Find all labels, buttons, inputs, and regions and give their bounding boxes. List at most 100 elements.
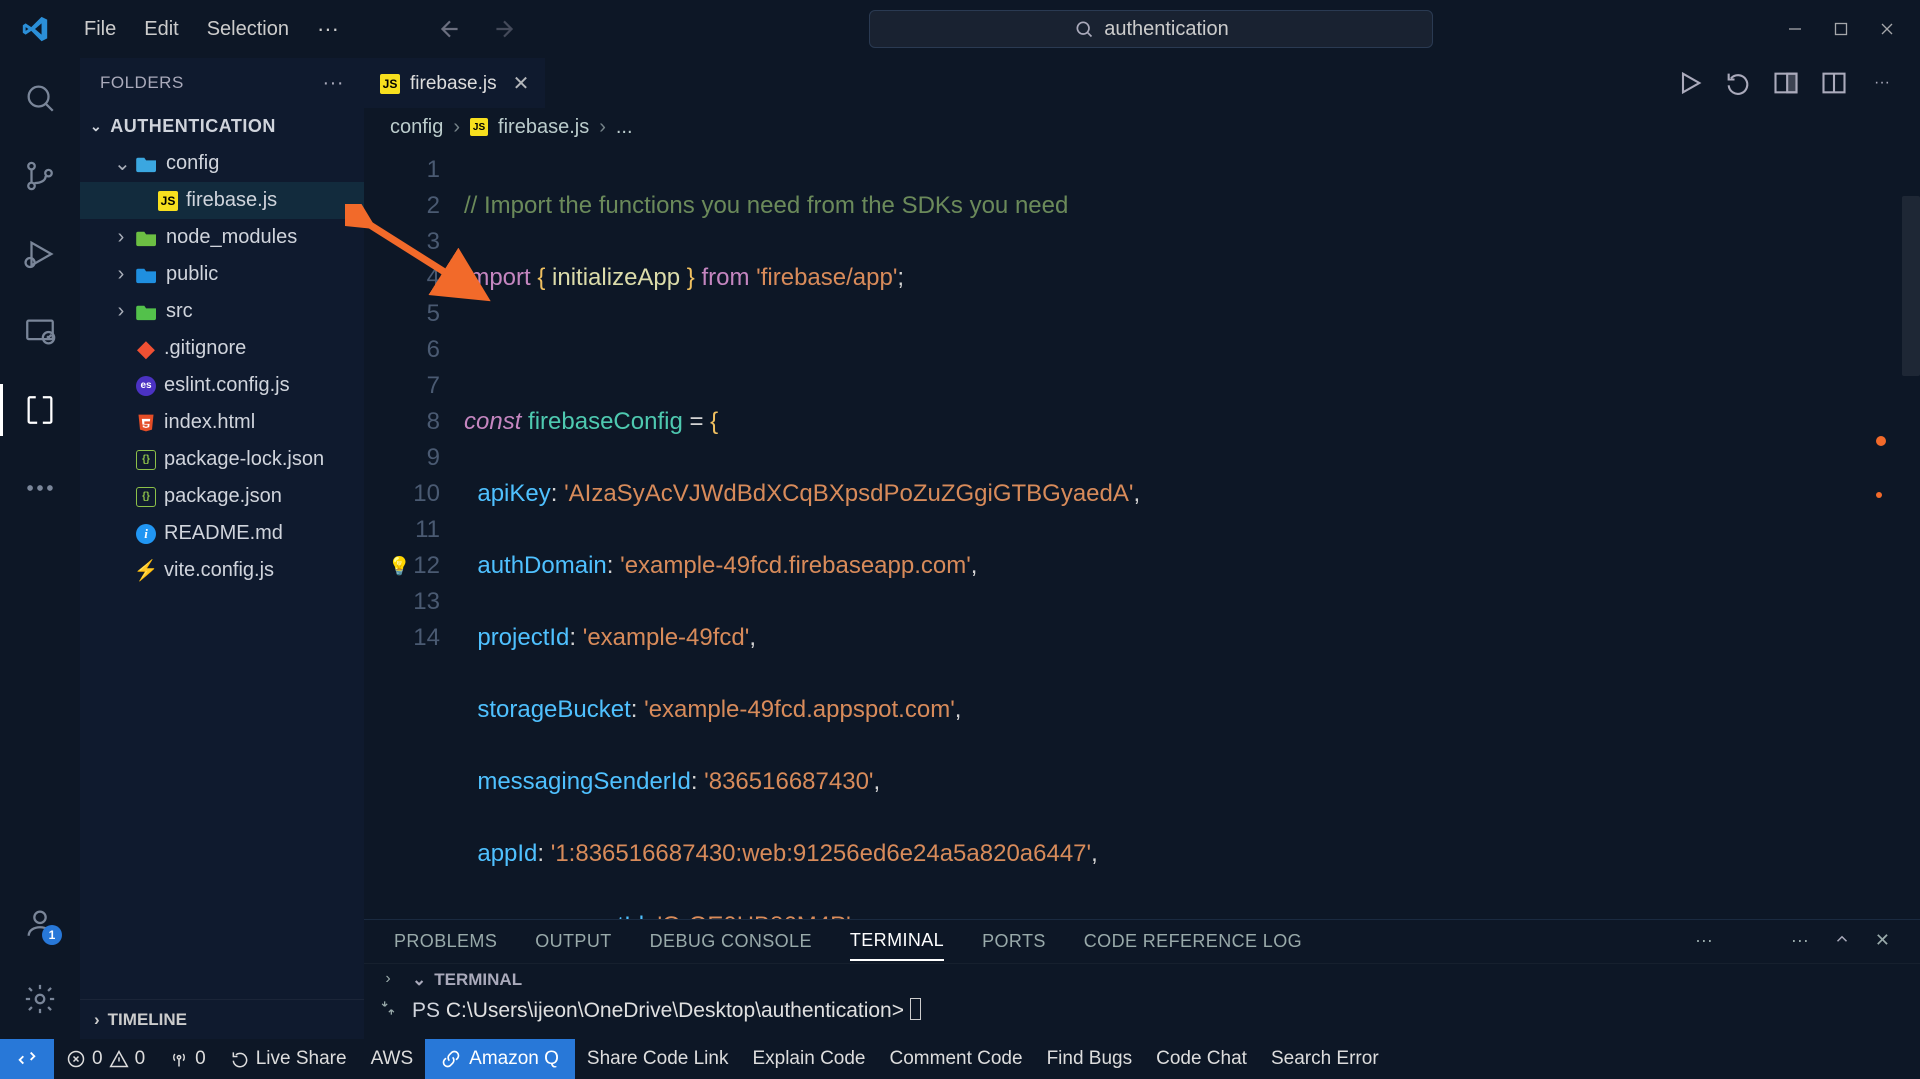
panel-tab-row: PROBLEMS OUTPUT DEBUG CONSOLE TERMINAL PORTS…	[364, 920, 1920, 964]
panel-maximize-icon[interactable]	[1833, 930, 1851, 953]
status-liveshare[interactable]: Live Share	[218, 1048, 359, 1070]
lightbulb-icon[interactable]: 💡	[388, 548, 410, 584]
panel-tab-ports[interactable]: PORTS	[982, 923, 1046, 960]
tree-file[interactable]: ⚡vite.config.js	[80, 552, 364, 589]
chevron-right-icon: ›	[114, 300, 128, 323]
tree-item-label: index.html	[164, 411, 255, 434]
liveshare-icon	[230, 1049, 250, 1069]
tree-file[interactable]: iREADME.md	[80, 515, 364, 552]
panel-tab-output[interactable]: OUTPUT	[535, 923, 611, 960]
status-aws[interactable]: AWS	[359, 1048, 426, 1070]
editor-tab-firebase[interactable]: JS firebase.js ✕	[364, 58, 545, 108]
status-code-chat[interactable]: Code Chat	[1144, 1048, 1259, 1070]
command-center-search[interactable]: authentication	[869, 10, 1433, 48]
nav-forward-icon[interactable]	[491, 16, 517, 42]
panel-tab-problems[interactable]: PROBLEMS	[394, 923, 497, 960]
editor-scrollbar[interactable]	[1902, 196, 1920, 376]
run-icon[interactable]	[1676, 69, 1704, 97]
window-close-icon[interactable]	[1864, 12, 1910, 46]
workspace-root[interactable]: ⌄ AUTHENTICATION	[80, 108, 364, 145]
file-tree: ⌄configJSfirebase.js›node_modules›public…	[80, 145, 364, 999]
status-search-error[interactable]: Search Error	[1259, 1048, 1391, 1070]
menu-more-icon[interactable]: ···	[303, 16, 353, 42]
breadcrumb[interactable]: config › JS firebase.js › ...	[364, 108, 1920, 146]
tree-folder[interactable]: ›node_modules	[80, 219, 364, 256]
panel-tab-debug-console[interactable]: DEBUG CONSOLE	[650, 923, 812, 960]
activity-search-icon[interactable]	[20, 78, 60, 118]
status-share-code-link[interactable]: Share Code Link	[575, 1048, 741, 1070]
tree-file[interactable]: ◆.gitignore	[80, 330, 364, 367]
chevron-down-icon: ⌄	[114, 151, 128, 176]
code-content[interactable]: // Import the functions you need from th…	[464, 146, 1920, 919]
link-icon	[441, 1049, 461, 1069]
minimap[interactable]	[1876, 436, 1886, 498]
code-area[interactable]: 💡 1234567891011121314 // Import the func…	[364, 146, 1920, 919]
tree-item-label: README.md	[164, 522, 283, 545]
tree-file[interactable]: {}package-lock.json	[80, 441, 364, 478]
menu-selection[interactable]: Selection	[193, 12, 303, 47]
panel-close-icon[interactable]: ✕	[1875, 930, 1890, 953]
tree-folder[interactable]: ⌄config	[80, 145, 364, 182]
side-more-icon[interactable]: ···	[323, 72, 344, 95]
tree-file[interactable]: {}package.json	[80, 478, 364, 515]
accounts-badge: 1	[42, 925, 62, 945]
terminal-split-icon[interactable]	[378, 998, 398, 1023]
line-number: 7	[364, 368, 440, 404]
tree-folder[interactable]: ›src	[80, 293, 364, 330]
timeline-section[interactable]: › TIMELINE	[80, 999, 364, 1039]
tree-file[interactable]: index.html	[80, 404, 364, 441]
line-number: 14	[364, 620, 440, 656]
panel-more-icon[interactable]: ···	[1791, 930, 1809, 953]
tree-item-label: package.json	[164, 485, 282, 508]
terminal-line[interactable]: PS C:\Users\ijeon\OneDrive\Desktop\authe…	[412, 990, 1920, 1023]
tab-more-icon[interactable]: ···	[1868, 69, 1896, 97]
tree-file[interactable]: JSfirebase.js	[80, 182, 364, 219]
panel-tab-code-reference-log[interactable]: CODE REFERENCE LOG	[1084, 923, 1302, 960]
activity-source-control-icon[interactable]	[20, 156, 60, 196]
line-number: 5	[364, 296, 440, 332]
status-amazon-q[interactable]: Amazon Q	[425, 1039, 575, 1079]
debug-rerun-icon[interactable]	[1724, 69, 1752, 97]
activity-remote-explorer-icon[interactable]	[20, 312, 60, 352]
window-minimize-icon[interactable]	[1772, 12, 1818, 46]
breadcrumb-seg-0[interactable]: config	[390, 116, 443, 139]
bottom-panel: PROBLEMS OUTPUT DEBUG CONSOLE TERMINAL PORTS…	[364, 919, 1920, 1039]
activity-settings-icon[interactable]	[20, 979, 60, 1019]
status-explain-code[interactable]: Explain Code	[740, 1048, 877, 1070]
breadcrumb-seg-2[interactable]: ...	[616, 116, 633, 139]
line-number: 9	[364, 440, 440, 476]
panel-more-icon[interactable]: ···	[1695, 930, 1713, 953]
js-file-icon: JS	[470, 118, 488, 136]
menu-file[interactable]: File	[70, 12, 130, 47]
terminal-group-label[interactable]: ⌄ TERMINAL	[412, 970, 1920, 990]
activity-explorer-icon[interactable]	[20, 390, 60, 430]
minimap-marker	[1876, 492, 1882, 498]
nav-back-icon[interactable]	[437, 16, 463, 42]
activity-run-debug-icon[interactable]	[20, 234, 60, 274]
line-number: 13	[364, 584, 440, 620]
activity-accounts-icon[interactable]: 1	[20, 903, 60, 943]
tree-file[interactable]: eseslint.config.js	[80, 367, 364, 404]
split-right-icon[interactable]	[1772, 69, 1800, 97]
tree-folder[interactable]: ›public	[80, 256, 364, 293]
tree-item-label: firebase.js	[186, 189, 277, 212]
activity-more-icon[interactable]	[20, 468, 60, 508]
breadcrumb-seg-1[interactable]: firebase.js	[498, 116, 589, 139]
layout-icon[interactable]	[1820, 69, 1848, 97]
panel-tab-terminal[interactable]: TERMINAL	[850, 922, 944, 961]
status-problems[interactable]: 0 0	[54, 1048, 157, 1070]
status-ports[interactable]: 0	[157, 1048, 218, 1070]
status-remote-icon[interactable]	[0, 1039, 54, 1079]
line-number: 11	[364, 512, 440, 548]
status-find-bugs[interactable]: Find Bugs	[1035, 1048, 1145, 1070]
line-number: 2	[364, 188, 440, 224]
close-tab-icon[interactable]: ✕	[513, 71, 530, 96]
editor-tab-row: JS firebase.js ✕ ···	[364, 58, 1920, 108]
minimap-marker	[1876, 436, 1886, 446]
status-comment-code[interactable]: Comment Code	[878, 1048, 1035, 1070]
chevron-right-icon[interactable]: ›	[385, 970, 390, 988]
menu-edit[interactable]: Edit	[130, 12, 192, 47]
warning-icon	[109, 1049, 129, 1069]
tree-item-label: eslint.config.js	[164, 374, 290, 397]
window-maximize-icon[interactable]	[1818, 12, 1864, 46]
